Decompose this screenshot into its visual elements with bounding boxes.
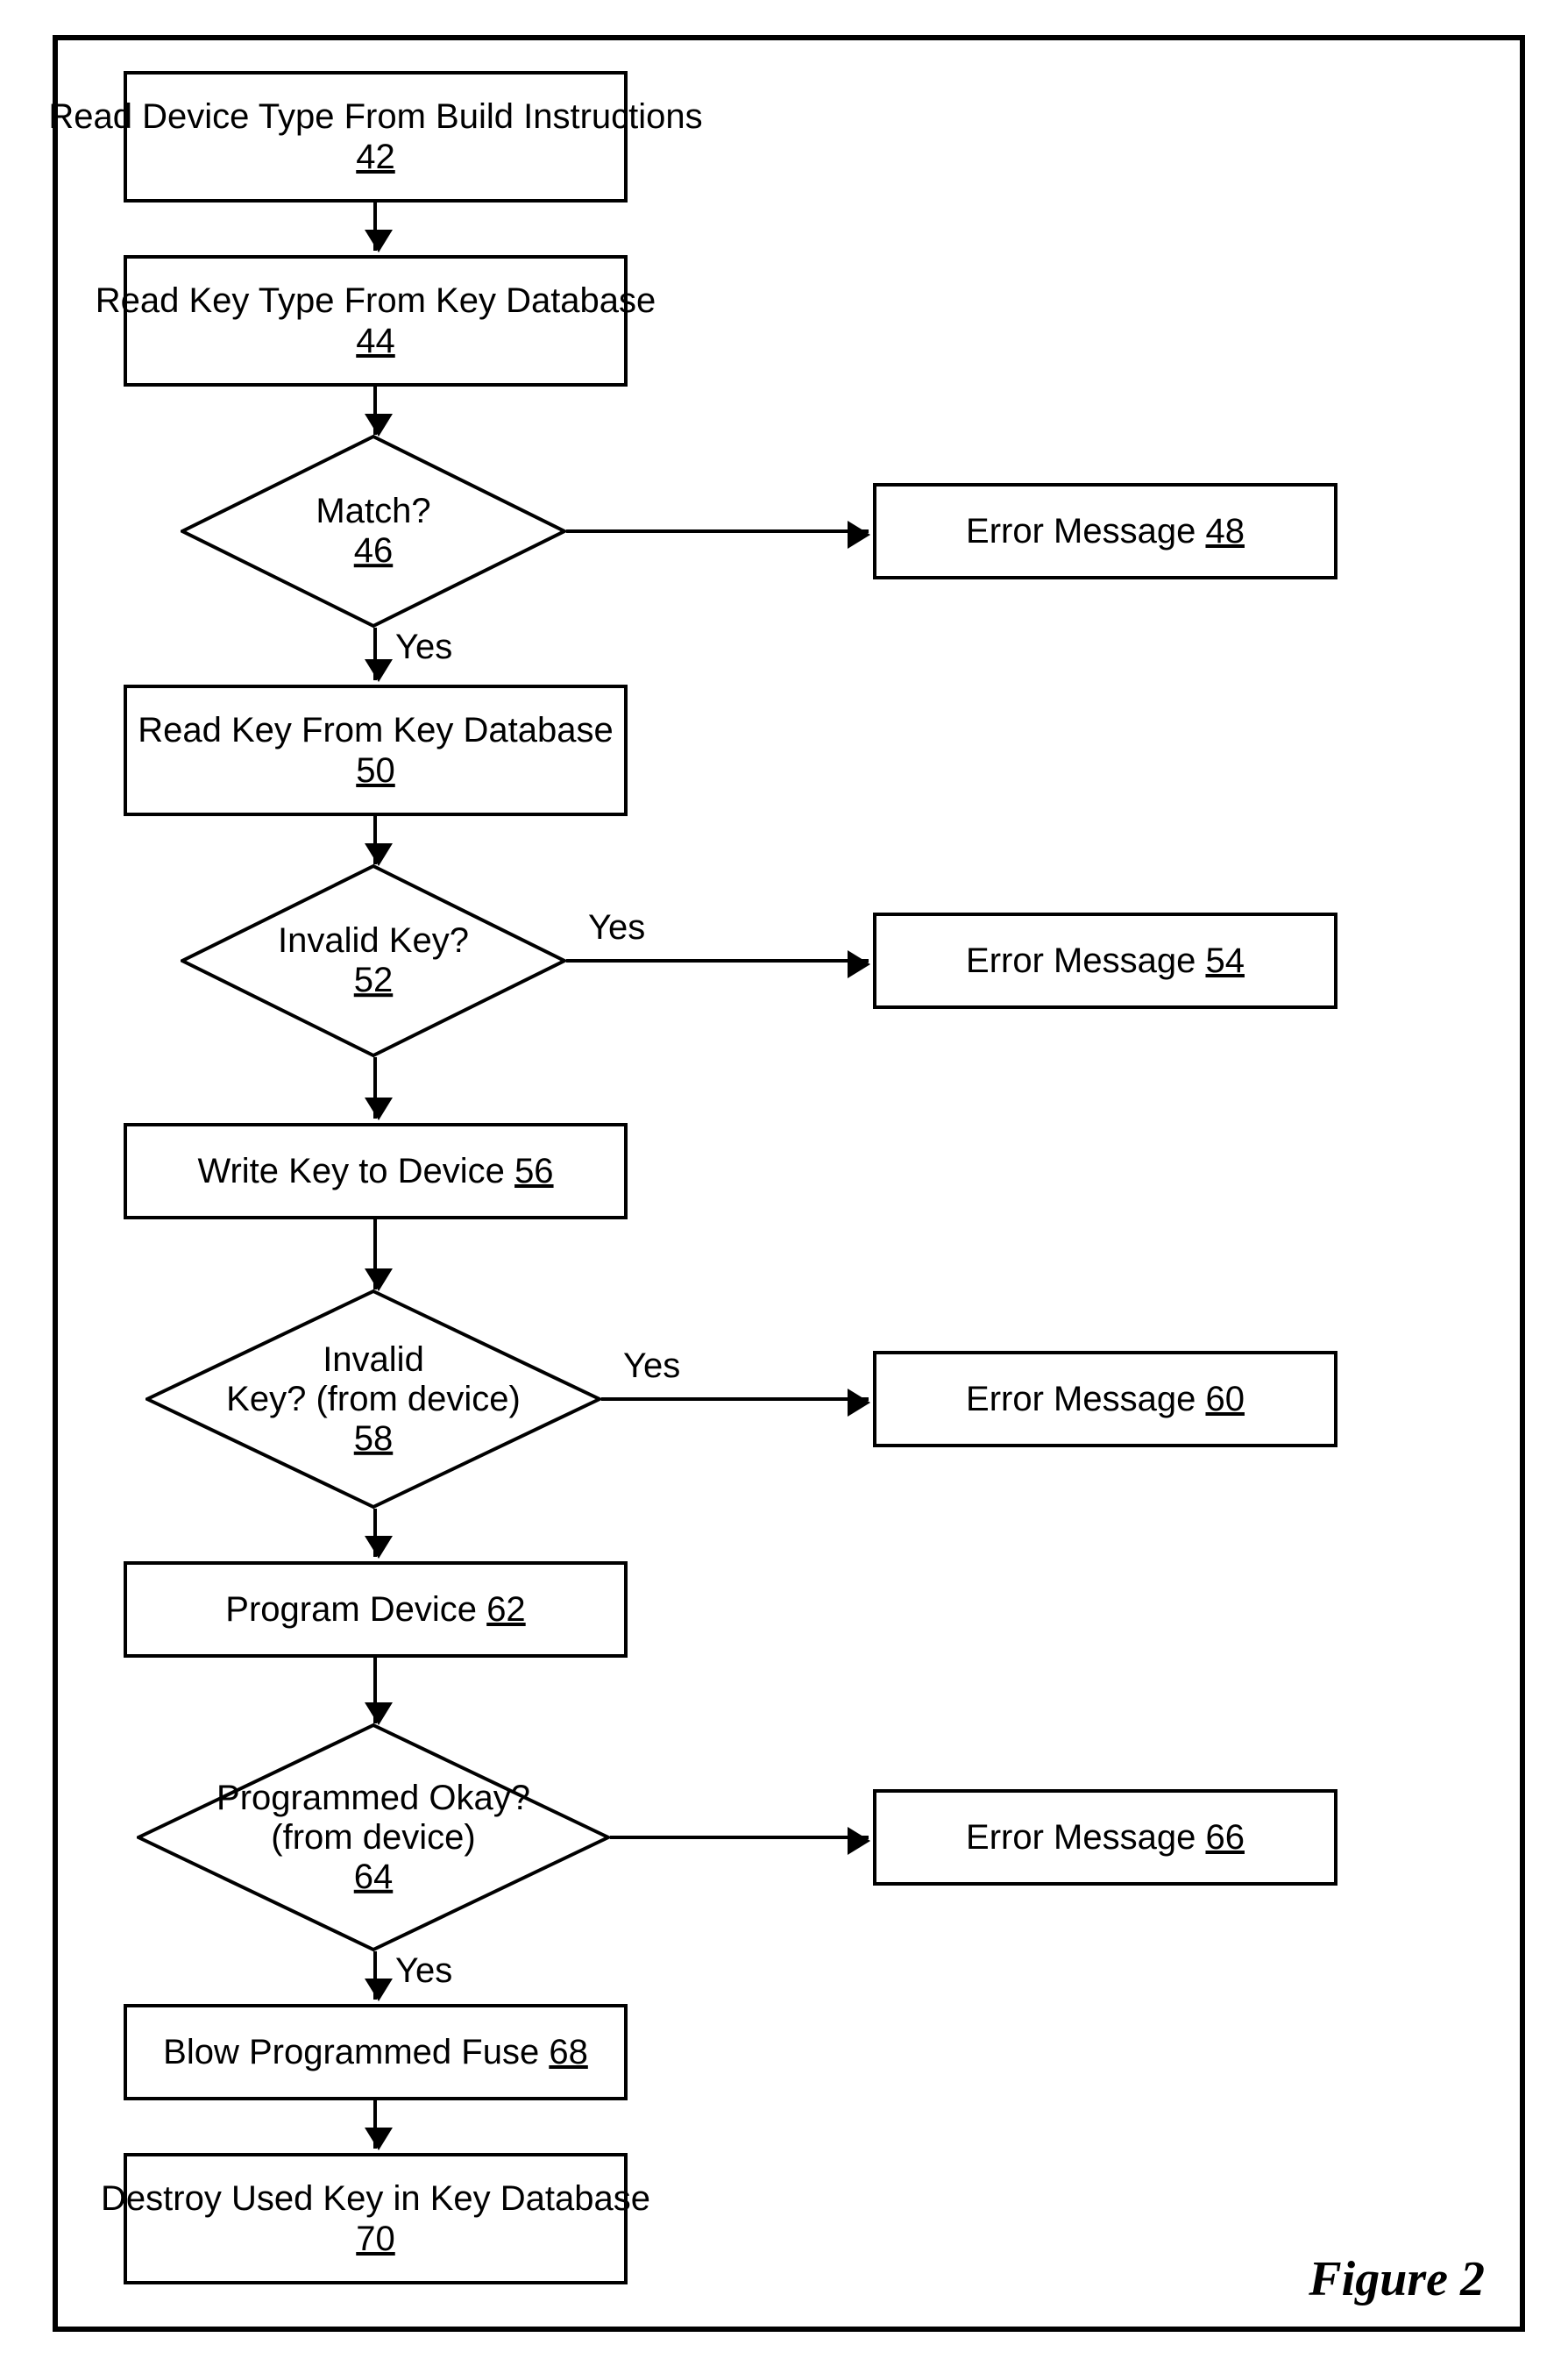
edge-68-70	[373, 2100, 377, 2149]
node-66-text: Error Message	[966, 1818, 1196, 1857]
node-66-error: Error Message 66	[873, 1789, 1337, 1886]
edge-52-56	[373, 1057, 377, 1119]
node-64-text: Programmed Okay?(from device)	[216, 1779, 530, 1857]
edge-52-54-label: Yes	[588, 908, 645, 948]
node-52-invalid-key-decision: Invalid Key? 52	[181, 864, 566, 1057]
node-50-text: Read Key From Key Database	[138, 710, 613, 750]
edge-52-54	[566, 959, 869, 963]
node-58-ref: 58	[354, 1418, 394, 1457]
node-68-ref: 68	[549, 2033, 588, 2071]
node-56-write-key: Write Key to Device 56	[124, 1123, 628, 1219]
node-66-ref: 66	[1205, 1818, 1245, 1857]
edge-50-52	[373, 816, 377, 864]
edge-56-58	[373, 1219, 377, 1289]
edge-58-60-label: Yes	[623, 1346, 680, 1386]
node-42-ref: 42	[356, 137, 395, 177]
figure-label: Figure 2	[1309, 2251, 1485, 2307]
node-48-ref: 48	[1205, 512, 1245, 551]
node-46-match-decision: Match? 46	[181, 435, 566, 628]
node-48-error: Error Message 48	[873, 483, 1337, 579]
node-70-destroy-key: Destroy Used Key in Key Database 70	[124, 2153, 628, 2284]
edge-64-68	[373, 1951, 377, 2000]
node-60-text: Error Message	[966, 1380, 1196, 1418]
edge-44-46	[373, 387, 377, 435]
node-64-programmed-ok-decision: Programmed Okay?(from device) 64	[137, 1723, 610, 1951]
node-44-text: Read Key Type From Key Database	[96, 281, 656, 321]
node-44-read-key-type: Read Key Type From Key Database 44	[124, 255, 628, 387]
node-54-error: Error Message 54	[873, 913, 1337, 1009]
flowchart-canvas: Read Device Type From Build Instructions…	[53, 35, 1525, 2332]
edge-58-62	[373, 1509, 377, 1557]
edge-62-64	[373, 1658, 377, 1723]
node-50-read-key: Read Key From Key Database 50	[124, 685, 628, 816]
node-54-text: Error Message	[966, 941, 1196, 980]
node-48-text: Error Message	[966, 512, 1196, 551]
node-62-ref: 62	[486, 1590, 526, 1629]
node-70-ref: 70	[356, 2219, 395, 2259]
node-62-text: Program Device	[225, 1590, 477, 1629]
edge-46-48	[566, 529, 869, 533]
edge-64-66	[610, 1836, 869, 1839]
node-50-ref: 50	[356, 750, 395, 791]
edge-58-60	[601, 1397, 869, 1401]
node-68-text: Blow Programmed Fuse	[163, 2033, 539, 2071]
node-58-text: InvalidKey? (from device)	[226, 1340, 521, 1418]
node-42-read-device-type: Read Device Type From Build Instructions…	[124, 71, 628, 202]
node-60-ref: 60	[1205, 1380, 1245, 1418]
node-64-ref: 64	[354, 1857, 394, 1895]
edge-46-50	[373, 628, 377, 680]
node-58-invalid-key-device-decision: InvalidKey? (from device) 58	[145, 1289, 601, 1509]
node-46-ref: 46	[354, 531, 394, 570]
node-44-ref: 44	[356, 321, 395, 361]
node-68-blow-fuse: Blow Programmed Fuse 68	[124, 2004, 628, 2100]
node-62-program-device: Program Device 62	[124, 1561, 628, 1658]
node-42-text: Read Device Type From Build Instructions	[48, 96, 702, 137]
node-56-ref: 56	[514, 1152, 554, 1190]
edge-46-50-label: Yes	[395, 628, 452, 667]
node-52-ref: 52	[354, 961, 394, 999]
node-46-text: Match?	[316, 492, 430, 530]
node-70-text: Destroy Used Key in Key Database	[101, 2178, 650, 2219]
edge-42-44	[373, 202, 377, 251]
node-60-error: Error Message 60	[873, 1351, 1337, 1447]
edge-64-68-label: Yes	[395, 1951, 452, 1991]
node-54-ref: 54	[1205, 941, 1245, 980]
node-56-text: Write Key to Device	[197, 1152, 505, 1190]
node-52-text: Invalid Key?	[278, 921, 469, 960]
